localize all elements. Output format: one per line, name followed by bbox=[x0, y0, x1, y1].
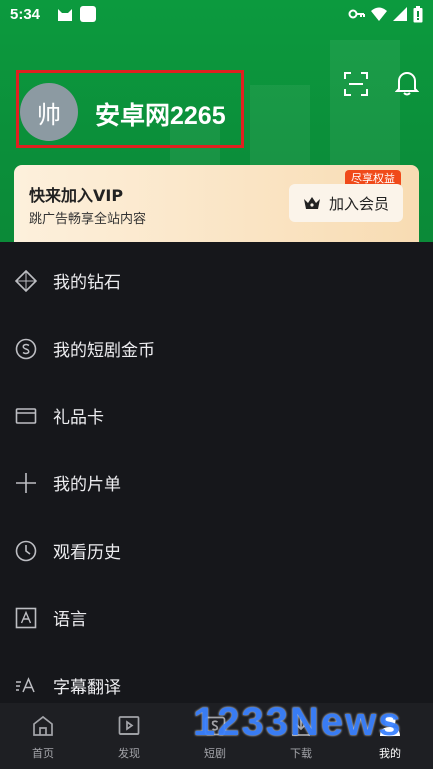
menu-item-label: 我的钻石 bbox=[53, 273, 121, 293]
key-icon bbox=[348, 9, 365, 19]
square-icon bbox=[80, 6, 96, 22]
menu-item-gift-card[interactable]: 礼品卡 bbox=[0, 382, 433, 449]
discover-icon bbox=[118, 716, 140, 735]
avatar-text: 帅 bbox=[37, 100, 61, 129]
language-icon bbox=[15, 607, 37, 628]
status-bar: 5:34 bbox=[0, 0, 433, 30]
diamond-icon bbox=[15, 269, 37, 292]
join-vip-button[interactable]: 加入会员 bbox=[289, 184, 403, 222]
menu-item-label: 我的短剧金币 bbox=[53, 341, 155, 361]
vip-card[interactable]: 快来加入VIP 跳广告畅享全站内容 尽享权益 加入会员 bbox=[14, 165, 419, 242]
menu-item-label: 礼品卡 bbox=[53, 408, 104, 428]
watermark-logo: 1233News bbox=[193, 700, 403, 744]
card-icon bbox=[15, 407, 37, 424]
menu-item-diamonds[interactable]: 我的钻石 bbox=[0, 247, 433, 314]
home-icon bbox=[33, 715, 53, 736]
avatar[interactable]: 帅 bbox=[20, 83, 78, 141]
bell-icon[interactable] bbox=[395, 70, 419, 96]
nav-discover[interactable]: 发现 bbox=[86, 703, 172, 769]
subtitle-icon bbox=[16, 676, 35, 692]
menu-item-language[interactable]: 语言 bbox=[0, 584, 433, 651]
menu-item-my-list[interactable]: 我的片单 bbox=[0, 449, 433, 516]
nav-label: 短剧 bbox=[204, 747, 226, 760]
scan-icon[interactable] bbox=[343, 71, 369, 97]
history-icon bbox=[15, 540, 37, 561]
menu-item-coins[interactable]: 我的短剧金币 bbox=[0, 315, 433, 382]
vip-subtitle: 跳广告畅享全站内容 bbox=[29, 212, 147, 227]
plus-icon bbox=[16, 472, 36, 493]
menu-item-label: 语言 bbox=[53, 610, 87, 630]
menu-item-history[interactable]: 观看历史 bbox=[0, 517, 433, 584]
signal-icon bbox=[393, 7, 407, 21]
nav-label: 下载 bbox=[290, 747, 312, 760]
status-time: 5:34 bbox=[10, 6, 41, 23]
wifi-icon bbox=[371, 7, 387, 21]
nav-home[interactable]: 首页 bbox=[0, 703, 86, 769]
menu-item-label: 我的片单 bbox=[53, 475, 121, 495]
crown-icon bbox=[303, 197, 320, 209]
nav-label: 我的 bbox=[379, 747, 401, 760]
coin-icon bbox=[15, 338, 37, 359]
nav-label: 发现 bbox=[118, 747, 140, 760]
cat-icon bbox=[58, 9, 72, 21]
battery-icon bbox=[413, 6, 423, 23]
join-vip-label: 加入会员 bbox=[328, 194, 389, 213]
menu-item-label: 字幕翻译 bbox=[53, 678, 121, 698]
nav-label: 首页 bbox=[32, 747, 54, 760]
menu-item-label: 观看历史 bbox=[53, 543, 121, 563]
vip-title: 快来加入VIP bbox=[29, 186, 124, 205]
username[interactable]: 安卓网2265 bbox=[95, 96, 226, 132]
